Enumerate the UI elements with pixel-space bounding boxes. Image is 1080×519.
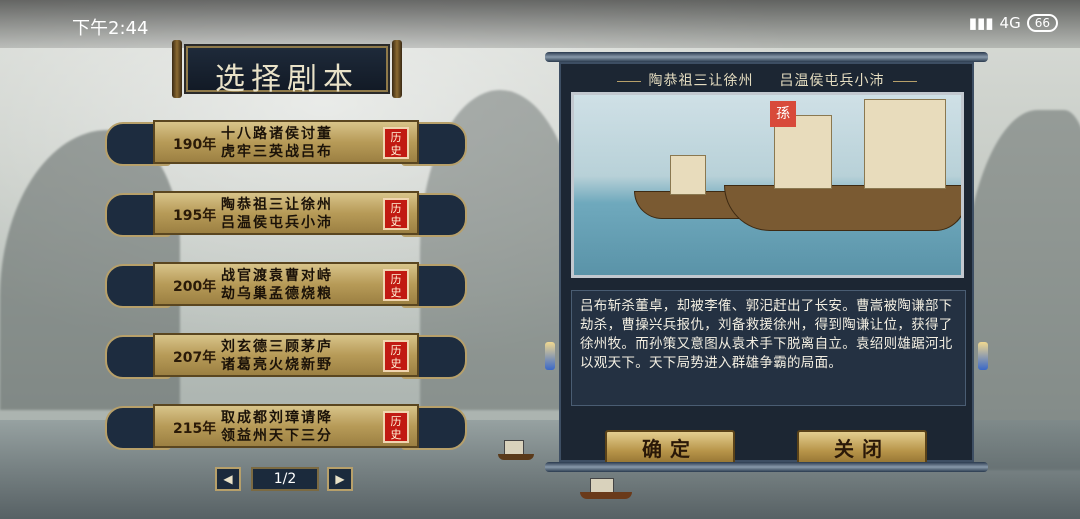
history-stamp: 历史 — [383, 411, 409, 443]
title-banner: 选择剧本 — [172, 40, 402, 98]
history-stamp: 历史 — [383, 127, 409, 159]
detail-header: 陶恭祖三让徐州 吕温侯屯兵小沛 — [561, 70, 972, 90]
sail-icon — [670, 155, 706, 195]
scenario-title-line2: 诸葛亮火烧新野 — [221, 357, 333, 373]
scenario-title: 取成都刘璋请降 领益州天下三分 — [221, 409, 333, 445]
prev-page-button[interactable]: ◀ — [215, 467, 241, 491]
scenario-title-line2: 吕温侯屯兵小沛 — [221, 215, 333, 231]
boat-icon — [498, 440, 538, 462]
scenario-title-line1: 十八路诸侯讨董 — [221, 126, 333, 142]
scenario-title-line1: 刘玄德三顾茅庐 — [221, 339, 333, 355]
scenario-title: 战官渡袁曹对峙 劫乌巢孟德烧粮 — [221, 267, 333, 303]
scenario-title-line2: 虎牢三英战吕布 — [221, 144, 333, 160]
flag-icon: 孫 — [770, 101, 796, 127]
header-divider — [616, 80, 641, 82]
next-page-button[interactable]: ▶ — [327, 467, 353, 491]
sail-icon — [864, 99, 946, 189]
scenario-year: 207年 — [173, 350, 217, 366]
tassel-left-icon — [545, 342, 555, 370]
scenario-illustration: 孫 — [571, 92, 964, 278]
panel-rod-top — [545, 52, 988, 62]
detail-header-right: 吕温侯屯兵小沛 — [779, 73, 885, 89]
history-stamp: 历史 — [383, 269, 409, 301]
scroll-rod-right — [392, 40, 402, 98]
scenario-detail-panel: 陶恭祖三让徐州 吕温侯屯兵小沛 孫 吕布斩杀董卓，却被李傕、郭汜赶出了长安。曹嵩被… — [545, 52, 988, 472]
boat-icon — [580, 478, 636, 500]
scenario-title-line1: 陶恭祖三让徐州 — [221, 197, 333, 213]
scenario-plate: 215年 取成都刘璋请降 领益州天下三分 历史 — [153, 404, 419, 448]
scenario-plate: 200年 战官渡袁曹对峙 劫乌巢孟德烧粮 历史 — [153, 262, 419, 306]
history-stamp: 历史 — [383, 340, 409, 372]
title-plate: 选择剧本 — [186, 46, 388, 97]
status-indicators: ▮▮▮ 4G 66 — [969, 14, 1058, 32]
scroll-rod-left — [172, 40, 182, 98]
signal-icon: ▮▮▮ — [968, 14, 994, 32]
ship-icon — [724, 185, 961, 231]
panel-rod-bottom — [545, 462, 988, 472]
scenario-title-line2: 劫乌巢孟德烧粮 — [221, 286, 333, 302]
status-bar: 下午2:44 ▮▮▮ 4G 66 — [0, 0, 1080, 48]
battery-level: 66 — [1026, 14, 1058, 32]
panel-body: 陶恭祖三让徐州 吕温侯屯兵小沛 孫 吕布斩杀董卓，却被李傕、郭汜赶出了长安。曹嵩被… — [559, 62, 974, 468]
scenario-year: 215年 — [173, 421, 217, 437]
page-title: 选择剧本 — [215, 62, 359, 97]
scenario-item[interactable]: 190年 十八路诸侯讨董 虎牢三英战吕布 历史 — [105, 120, 467, 166]
scenario-description: 吕布斩杀董卓，却被李傕、郭汜赶出了长安。曹嵩被陶谦部下劫杀，曹操兴兵报仇，刘备救… — [571, 290, 966, 406]
tassel-right-icon — [978, 342, 988, 370]
scenario-year: 200年 — [173, 279, 217, 295]
scenario-title-line2: 领益州天下三分 — [221, 428, 333, 444]
scenario-title-line1: 取成都刘璋请降 — [221, 410, 333, 426]
scenario-title: 十八路诸侯讨董 虎牢三英战吕布 — [221, 125, 333, 161]
scenario-title: 陶恭祖三让徐州 吕温侯屯兵小沛 — [221, 196, 333, 232]
left-triangle-icon: ◀ — [223, 472, 233, 486]
scenario-year: 190年 — [173, 137, 217, 153]
status-time: 下午2:44 — [72, 18, 149, 39]
detail-header-left: 陶恭祖三让徐州 — [648, 73, 754, 89]
right-triangle-icon: ▶ — [335, 472, 345, 486]
scenario-plate: 190年 十八路诸侯讨董 虎牢三英战吕布 历史 — [153, 120, 419, 164]
scenario-title: 刘玄德三顾茅庐 诸葛亮火烧新野 — [221, 338, 333, 374]
history-stamp: 历史 — [383, 198, 409, 230]
scenario-item[interactable]: 215年 取成都刘璋请降 领益州天下三分 历史 — [105, 404, 467, 450]
pager: ◀ 1/2 ▶ — [215, 467, 355, 491]
scenario-plate: 207年 刘玄德三顾茅庐 诸葛亮火烧新野 历史 — [153, 333, 419, 377]
page-indicator: 1/2 — [251, 467, 319, 491]
scenario-item[interactable]: 207年 刘玄德三顾茅庐 诸葛亮火烧新野 历史 — [105, 333, 467, 379]
network-type: 4G — [999, 14, 1021, 32]
scenario-item[interactable]: 195年 陶恭祖三让徐州 吕温侯屯兵小沛 历史 — [105, 191, 467, 237]
scenario-year: 195年 — [173, 208, 217, 224]
scenario-item[interactable]: 200年 战官渡袁曹对峙 劫乌巢孟德烧粮 历史 — [105, 262, 467, 308]
scenario-plate: 195年 陶恭祖三让徐州 吕温侯屯兵小沛 历史 — [153, 191, 419, 235]
header-divider — [892, 80, 917, 82]
scenario-title-line1: 战官渡袁曹对峙 — [221, 268, 333, 284]
